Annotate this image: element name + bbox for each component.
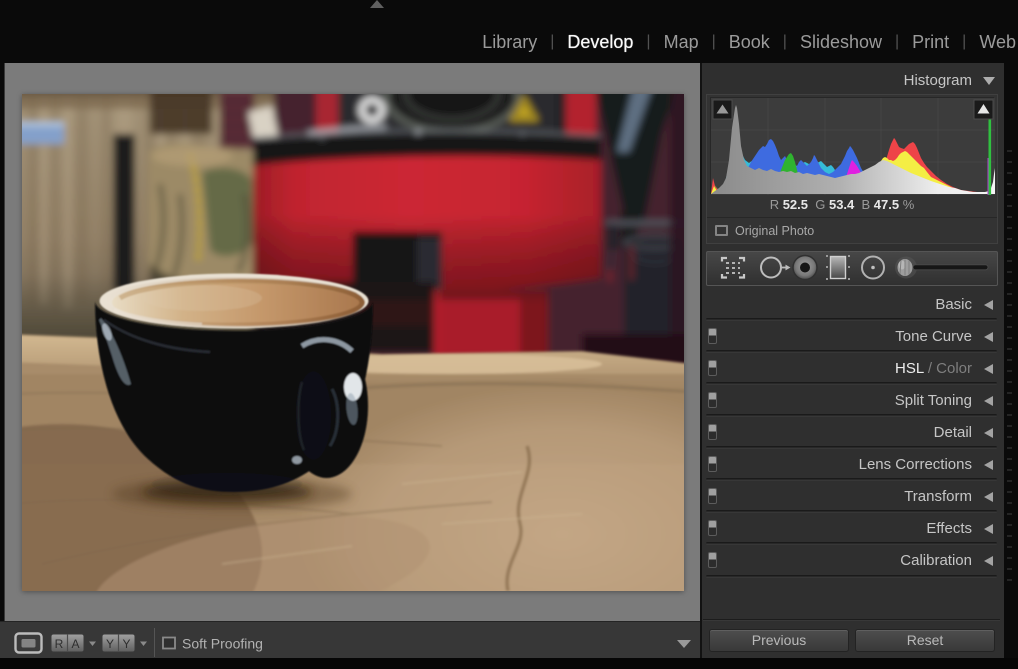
svg-text:Y: Y [122,637,130,651]
svg-text:A: A [71,637,79,651]
svg-text:Y: Y [106,637,114,651]
svg-text:Soft Proofing: Soft Proofing [182,636,263,652]
svg-text:R: R [55,637,64,651]
